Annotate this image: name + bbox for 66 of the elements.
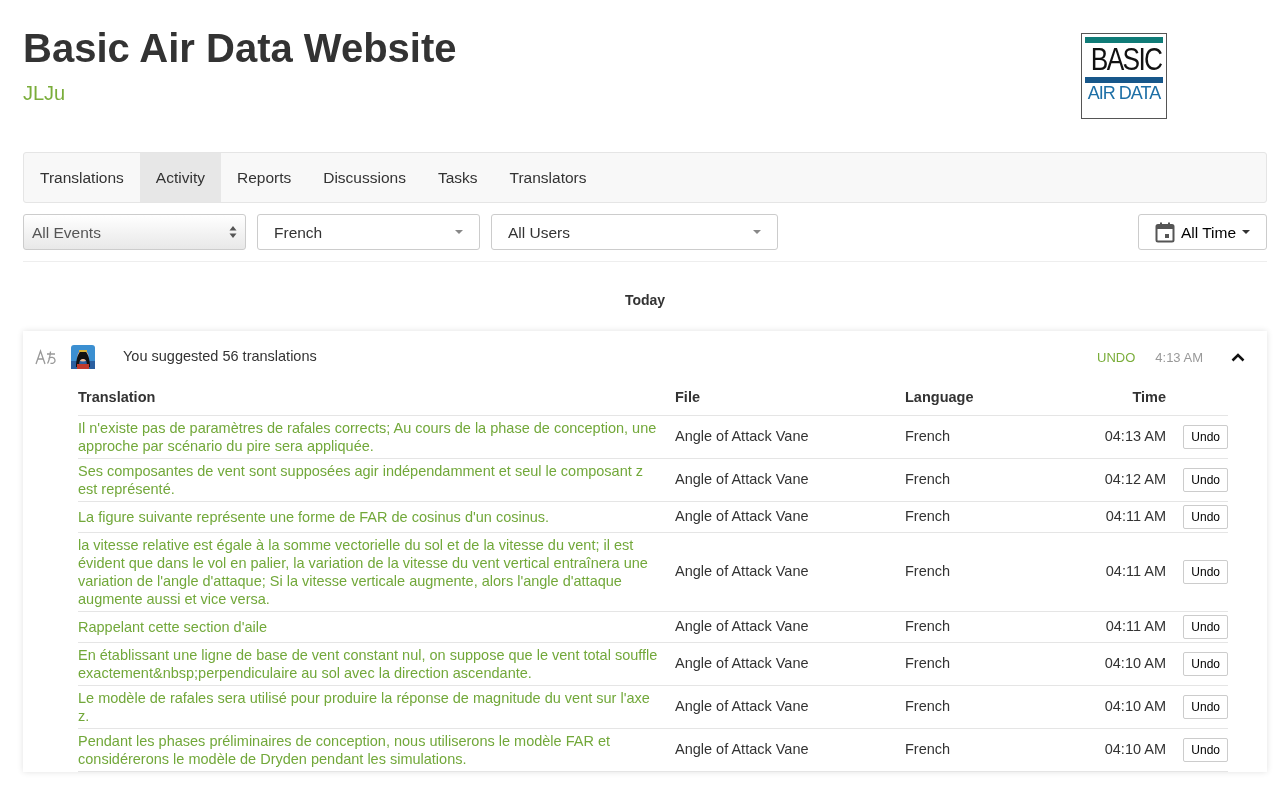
column-header: File	[675, 383, 905, 416]
column-header: Time	[1035, 383, 1166, 416]
file-name: Angle of Attack Vane	[675, 415, 905, 459]
logo: BASIC AIR DATA	[1081, 33, 1167, 119]
collapse-icon[interactable]	[1231, 352, 1245, 362]
undo-button[interactable]: Undo	[1183, 615, 1228, 639]
calendar-icon	[1154, 221, 1175, 243]
filter-dropdown[interactable]: All Users	[491, 214, 778, 251]
file-name: Angle of Attack Vane	[675, 501, 905, 533]
file-name: Angle of Attack Vane	[675, 458, 905, 502]
row-time: 04:11 AM	[1035, 532, 1166, 612]
row-time: 04:12 AM	[1035, 458, 1166, 502]
undo-button[interactable]: Undo	[1183, 468, 1228, 492]
file-name: Angle of Attack Vane	[675, 611, 905, 643]
translation-text: la vitesse relative est égale à la somme vectorielle du sol et de la vitesse du vent; il est évident que dans le vol en palier, la variation de la vitesse du vent vertical entraînera une variation de l'angle d'attaque; Si la vitesse verticale augmente, alors l'angle d'attaque augmente aussi et vice versa.	[78, 532, 675, 612]
row-time: 04:11 AM	[1035, 611, 1166, 643]
translation-text: Rappelant cette section d'aile	[78, 611, 675, 643]
row-time: 04:13 AM	[1035, 415, 1166, 459]
language-name: French	[905, 611, 1035, 643]
language-name: French	[905, 685, 1035, 729]
tab[interactable]: Reports	[220, 153, 308, 203]
undo-button[interactable]: Undo	[1183, 652, 1228, 676]
caret-icon	[1242, 230, 1250, 235]
file-name: Angle of Attack Vane	[675, 532, 905, 612]
sort-arrows-icon	[229, 225, 237, 240]
filter-dropdown[interactable]: French	[257, 214, 480, 251]
row-time: 04:10 AM	[1035, 685, 1166, 729]
translation-text: Pendant les phases préliminaires de conception, nous utiliserons le modèle FAR et considérerons le modèle de Dryden pendant les simulations.	[78, 728, 675, 772]
file-name: Angle of Attack Vane	[675, 685, 905, 729]
time-filter-button[interactable]: All Time	[1137, 214, 1267, 251]
tab[interactable]: Translators	[493, 153, 603, 203]
row-time: 04:10 AM	[1035, 642, 1166, 686]
caret-icon	[753, 230, 761, 235]
language-name: French	[905, 532, 1035, 612]
tab[interactable]: Tasks	[421, 153, 494, 203]
language-name: French	[905, 458, 1035, 502]
row-time: 04:11 AM	[1035, 501, 1166, 533]
undo-button[interactable]: Undo	[1183, 425, 1228, 449]
event-select[interactable]: All Events	[23, 214, 246, 251]
tab[interactable]: Translations	[24, 153, 140, 203]
translation-text: La figure suivante représente une forme de FAR de cosinus d'un cosinus.	[78, 501, 675, 533]
translate-icon	[35, 349, 57, 366]
tab[interactable]: Activity	[139, 153, 221, 203]
row-time: 04:10 AM	[1035, 728, 1166, 772]
column-header: Translation	[78, 383, 675, 416]
translation-text: Il n'existe pas de paramètres de rafales corrects; Au cours de la phase de conception, une approche par scénario du pire sera appliquée.	[78, 415, 675, 459]
language-name: French	[905, 642, 1035, 686]
file-name: Angle of Attack Vane	[675, 728, 905, 772]
event-time: 4:13 AM	[1155, 348, 1203, 367]
column-header: Language	[905, 383, 1035, 416]
undo-button[interactable]: Undo	[1183, 738, 1228, 762]
tab[interactable]: Discussions	[307, 153, 422, 203]
language-name: French	[905, 415, 1035, 459]
site-title: Basic Air Data Website	[23, 25, 457, 72]
undo-button[interactable]: Undo	[1183, 505, 1228, 529]
language-name: French	[905, 728, 1035, 772]
caret-icon	[455, 230, 463, 235]
language-name: French	[905, 501, 1035, 533]
event-summary: You suggested 56 translations	[123, 347, 317, 367]
translation-text: En établissant une ligne de base de vent constant nul, on suppose que le vent total souffle exactement&nbsp;perpendiculaire au sol avec la direction ascendante.	[78, 642, 675, 686]
file-name: Angle of Attack Vane	[675, 642, 905, 686]
undo-button[interactable]: Undo	[1183, 695, 1228, 719]
undo-button[interactable]: Undo	[1183, 560, 1228, 584]
translation-text: Le modèle de rafales sera utilisé pour produire la réponse de magnitude du vent sur l'axe z.	[78, 685, 675, 729]
translation-text: Ses composantes de vent sont supposées agir indépendamment et seul le composant z est représenté.	[78, 458, 675, 502]
day-heading: Today	[623, 291, 667, 311]
